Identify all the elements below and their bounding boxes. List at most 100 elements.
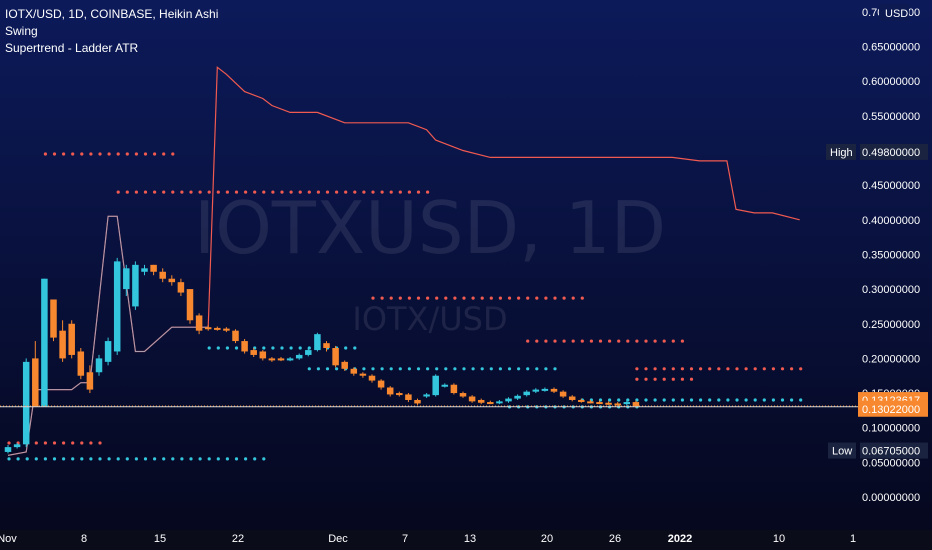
support-dot <box>25 457 29 461</box>
price-tick-label: 0.40000000 <box>862 215 920 227</box>
resistance-dot <box>680 339 685 343</box>
resistance-dot <box>708 367 712 371</box>
resistance-dot <box>626 339 630 343</box>
resistance-dot <box>125 190 129 194</box>
candle-down <box>341 361 348 369</box>
resistance-dot <box>207 190 211 194</box>
resistance-dot <box>689 367 694 371</box>
candle-down <box>487 402 494 405</box>
support-dot <box>298 346 302 350</box>
price-tick-label: 0.35000000 <box>862 249 920 261</box>
indicator-swing-label[interactable]: Swing <box>5 24 38 38</box>
support-dot <box>526 367 530 371</box>
candle-down <box>568 396 576 400</box>
support-dot <box>198 457 202 461</box>
resistance-dot <box>571 296 575 300</box>
symbol-title[interactable]: IOTX/USD, 1D, COINBASE, Heikin Ashi <box>5 7 218 21</box>
price-tick-labels: 0.700000000.650000000.600000000.55000000… <box>862 7 920 504</box>
resistance-dot <box>653 367 657 371</box>
resistance-dot <box>480 296 484 300</box>
price-tick-label: 0.45000000 <box>862 180 920 192</box>
support-dot <box>80 457 84 461</box>
resistance-dot <box>553 339 557 343</box>
support-dot <box>453 367 457 371</box>
resistance-dot <box>398 190 402 194</box>
resistance-dot <box>517 296 521 300</box>
candle-down <box>359 373 367 376</box>
resistance-dot <box>80 152 84 156</box>
watermark-sub: IOTX/USD <box>352 300 507 338</box>
candle-down <box>195 315 203 331</box>
candle-down <box>259 351 267 359</box>
candle-down <box>350 368 358 374</box>
resistance-dot <box>489 296 493 300</box>
support-dot <box>362 367 366 371</box>
resistance-dot <box>699 367 703 371</box>
resistance-dot <box>134 152 138 156</box>
resistance-dot <box>635 367 639 371</box>
support-dot <box>134 457 138 461</box>
support-dot <box>426 367 430 371</box>
support-dot <box>617 398 621 402</box>
resistance-dot <box>344 190 348 194</box>
resistance-dot <box>271 190 275 194</box>
support-dot <box>216 346 220 350</box>
resistance-dot <box>198 190 202 194</box>
support-dot <box>726 398 730 402</box>
candle-up <box>22 361 30 445</box>
resistance-dot <box>371 296 375 300</box>
resistance-dot <box>180 190 184 194</box>
indicator-supertrend-label[interactable]: Supertrend - Ladder ATR <box>5 41 139 55</box>
resistance-dot <box>744 367 748 371</box>
candle-down <box>550 388 558 392</box>
resistance-dot <box>635 377 639 381</box>
support-dot <box>744 398 748 402</box>
time-tick-label: 22 <box>232 533 244 545</box>
candle-down <box>204 327 212 330</box>
resistance-dot <box>216 190 220 194</box>
high-value: 0.49800000 <box>862 147 920 159</box>
price-tick-label: 0.20000000 <box>862 353 920 365</box>
price-chart[interactable]: IOTXUSD, 1D IOTX/USD IOTX/USD, 1D, COINB… <box>0 0 932 550</box>
resistance-dot <box>507 296 512 300</box>
resistance-dot <box>80 441 84 445</box>
resistance-dot <box>680 377 685 381</box>
resistance-dot <box>598 339 603 343</box>
time-tick-label: 2022 <box>668 533 692 545</box>
candle-up <box>505 398 512 402</box>
resistance-dot <box>43 152 48 156</box>
support-dot <box>171 457 175 461</box>
support-dot <box>689 398 694 402</box>
resistance-dot <box>362 190 366 194</box>
time-tick-label: 1 <box>850 533 856 545</box>
resistance-dot <box>353 190 357 194</box>
resistance-dot <box>307 190 311 194</box>
resistance-dot <box>98 441 102 445</box>
support-dot <box>416 367 421 371</box>
resistance-dot <box>671 367 675 371</box>
resistance-dot <box>143 152 148 156</box>
candle-down <box>268 358 276 361</box>
candle-up <box>423 394 430 397</box>
support-dot <box>471 367 475 371</box>
candle-down <box>50 299 57 338</box>
support-dot <box>517 367 521 371</box>
candle-up <box>432 375 439 396</box>
time-axis[interactable]: Nov 8 15 22 Dec 7 13 20 26 2022 10 1 <box>0 530 932 550</box>
support-dot <box>335 367 339 371</box>
resistance-dot <box>662 377 666 381</box>
support-dot <box>143 457 148 461</box>
candle-down <box>177 282 185 293</box>
candle-up <box>441 384 449 387</box>
support-dot <box>444 367 448 371</box>
resistance-dot <box>280 190 284 194</box>
support-dot <box>316 367 320 371</box>
candle-down <box>186 289 194 321</box>
resistance-dot <box>762 367 766 371</box>
resistance-dot <box>407 296 411 300</box>
resistance-dot <box>671 339 675 343</box>
resistance-dot <box>426 190 430 194</box>
support-dot <box>662 398 666 402</box>
resistance-dot <box>416 296 421 300</box>
price-tick-label: 0.60000000 <box>862 76 920 88</box>
